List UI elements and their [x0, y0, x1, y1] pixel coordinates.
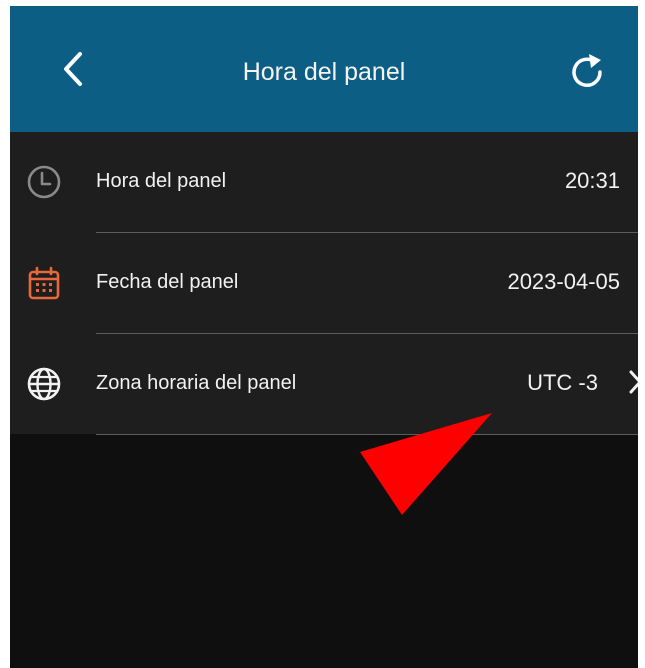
chevron-right-icon	[629, 370, 638, 394]
calendar-icon	[28, 266, 60, 300]
row-value: 2023-04-05	[507, 269, 620, 294]
row-value: UTC -3	[527, 370, 598, 395]
app-screen: Hora del panel Hora del panel 20:31 Fech…	[10, 6, 638, 668]
row-panel-timezone[interactable]: Zona horaria del panel UTC -3	[10, 334, 638, 434]
globe-icon	[27, 367, 61, 401]
page-title: Hora del panel	[242, 58, 406, 86]
row-label: Hora del panel	[96, 170, 227, 192]
row-label: Fecha del panel	[96, 271, 239, 293]
settings-list: Hora del panel 20:31 Fecha del panel 202…	[10, 132, 638, 435]
row-panel-date[interactable]: Fecha del panel 2023-04-05	[10, 233, 638, 333]
refresh-icon[interactable]	[565, 50, 609, 94]
row-label: Zona horaria del panel	[96, 372, 297, 394]
divider	[96, 434, 638, 435]
row-panel-time[interactable]: Hora del panel 20:31	[10, 132, 638, 232]
row-value: 20:31	[564, 168, 620, 193]
app-header: Hora del panel	[10, 6, 638, 132]
clock-icon	[27, 165, 61, 199]
